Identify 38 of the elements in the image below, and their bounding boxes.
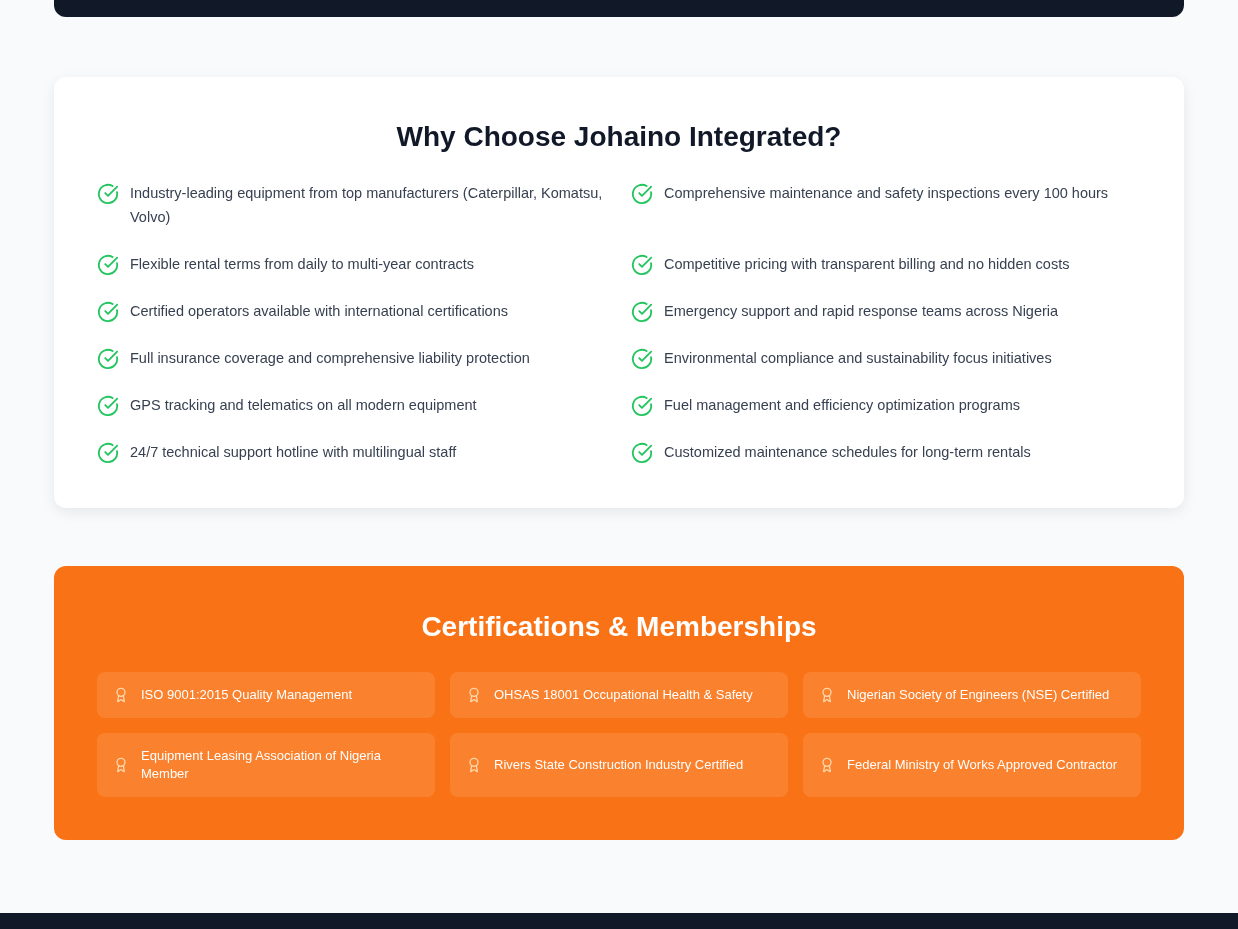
certification-text: Equipment Leasing Association of Nigeria Member bbox=[141, 747, 382, 783]
check-circle-icon bbox=[97, 348, 119, 370]
check-circle-icon bbox=[97, 442, 119, 464]
check-circle-icon bbox=[97, 395, 119, 417]
certification-text: Nigerian Society of Engineers (NSE) Certified bbox=[847, 686, 1110, 704]
feature-text: Certified operators available with international certifications bbox=[130, 302, 508, 321]
feature-text: Flexible rental terms from daily to multi-year contracts bbox=[130, 255, 475, 274]
check-circle-icon bbox=[631, 395, 653, 417]
feature-text: Emergency support and rapid response teams across Nigeria bbox=[664, 302, 1059, 321]
certification-text: OHSAS 18001 Occupational Health & Safety bbox=[494, 686, 753, 704]
section-title: Why Choose Johaino Integrated? bbox=[395, 120, 843, 154]
check-circle-icon bbox=[631, 183, 653, 205]
award-icon bbox=[819, 756, 835, 774]
feature-text: GPS tracking and telematics on all modern equipment bbox=[130, 396, 477, 415]
feature-text: Fuel management and efficiency optimization programs bbox=[664, 396, 1020, 415]
award-icon bbox=[466, 756, 482, 774]
check-circle-icon bbox=[97, 183, 119, 205]
feature-text: Environmental compliance and sustainability focus initiatives bbox=[664, 349, 1052, 368]
feature-text: Industry-leading equipment from top manufacturers (Caterpillar, Komatsu, Volvo) bbox=[130, 184, 604, 227]
award-icon bbox=[466, 686, 482, 704]
feature-text: Full insurance coverage and comprehensive liability protection bbox=[130, 349, 530, 368]
certification-text: ISO 9001:2015 Quality Management bbox=[141, 686, 353, 704]
check-circle-icon bbox=[631, 348, 653, 370]
feature-text: Customized maintenance schedules for long-term rentals bbox=[664, 443, 1031, 462]
feature-text: Comprehensive maintenance and safety inspections every 100 hours bbox=[664, 184, 1109, 203]
check-circle-icon bbox=[631, 301, 653, 323]
award-icon bbox=[113, 756, 129, 774]
check-circle-icon bbox=[97, 254, 119, 276]
check-circle-icon bbox=[631, 442, 653, 464]
award-icon bbox=[113, 686, 129, 704]
award-icon bbox=[819, 686, 835, 704]
section-title: Certifications & Memberships bbox=[420, 610, 818, 644]
certification-text: Rivers State Construction Industry Certified bbox=[494, 756, 744, 774]
check-circle-icon bbox=[97, 301, 119, 323]
feature-text: 24/7 technical support hotline with multilingual staff bbox=[130, 443, 457, 462]
check-circle-icon bbox=[631, 254, 653, 276]
feature-text: Competitive pricing with transparent billing and no hidden costs bbox=[664, 255, 1070, 274]
certification-text: Federal Ministry of Works Approved Contractor bbox=[847, 756, 1117, 774]
